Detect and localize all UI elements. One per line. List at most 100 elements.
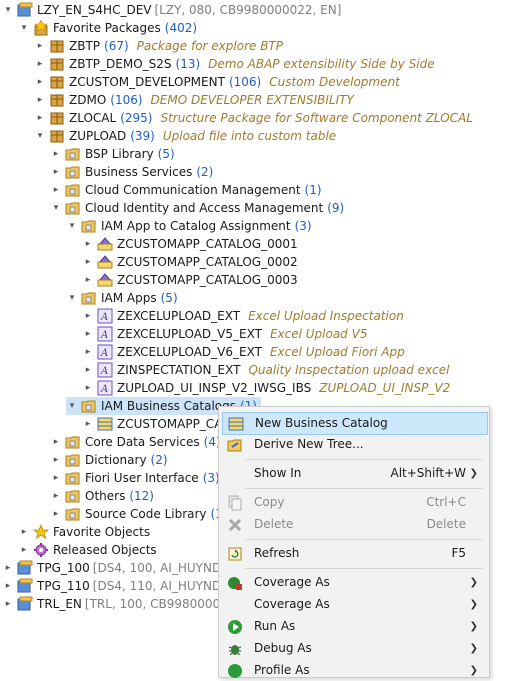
released-objects-label: Released Objects: [53, 543, 157, 557]
menu-item-copy[interactable]: Copy Ctrl+C: [222, 492, 486, 513]
svg-text:A: A: [100, 384, 108, 395]
project-label: TRL_EN: [37, 597, 82, 611]
folder-row[interactable]: ▸ Dictionary (2): [50, 451, 168, 469]
collapse-arrow-icon[interactable]: ▾: [34, 127, 46, 145]
menu-item-show-in[interactable]: Show In Alt+Shift+W ❯: [222, 463, 486, 484]
collapse-arrow-icon[interactable]: ▾: [66, 217, 78, 235]
collapse-arrow-icon[interactable]: ▾: [66, 289, 78, 307]
svg-text:A: A: [100, 348, 108, 359]
expand-arrow-icon[interactable]: ▸: [2, 559, 14, 577]
expand-arrow-icon[interactable]: ▸: [50, 469, 62, 487]
abap-project-icon: [17, 578, 33, 594]
catalog-assignment-row[interactable]: ▸ ZCUSTOMAPP_CATALOG_0002: [82, 253, 298, 271]
expand-arrow-icon[interactable]: ▸: [82, 271, 94, 289]
derive-tree-icon: [224, 434, 246, 455]
menu-item-label: New Business Catalog: [255, 416, 388, 430]
favorite-packages-label: Favorite Packages: [53, 21, 161, 35]
expand-arrow-icon[interactable]: ▸: [82, 379, 94, 397]
expand-arrow-icon[interactable]: ▸: [2, 595, 14, 613]
menu-item-coverage-as[interactable]: Coverage As ❯: [222, 572, 486, 593]
iam-app-row[interactable]: ▸ A ZEXCELUPLOAD_V6_EXT Excel Upload Fio…: [82, 343, 405, 361]
collapse-arrow-icon[interactable]: ▾: [66, 397, 78, 415]
expand-arrow-icon[interactable]: ▸: [34, 91, 46, 109]
catalog-assignment-row[interactable]: ▸ ZCUSTOMAPP_CATALOG_0001: [82, 235, 298, 253]
expand-arrow-icon[interactable]: ▸: [34, 37, 46, 55]
favorite-packages-node[interactable]: ▾ Favorite Packages (402): [18, 19, 197, 37]
folder-row[interactable]: ▾ IAM Apps (5): [66, 289, 178, 307]
iam-app-label: ZEXCELUPLOAD_V5_EXT: [117, 327, 262, 341]
expand-arrow-icon[interactable]: ▸: [82, 343, 94, 361]
expand-arrow-icon[interactable]: ▸: [82, 361, 94, 379]
menu-item-delete[interactable]: Delete Delete: [222, 514, 486, 535]
expand-arrow-icon[interactable]: ▸: [82, 253, 94, 271]
package-label: ZBTP: [69, 39, 101, 53]
expand-arrow-icon[interactable]: ▸: [50, 487, 62, 505]
folder-label: Dictionary: [85, 453, 147, 467]
svg-text:A: A: [100, 312, 108, 323]
menu-item-refresh[interactable]: Refresh F5: [222, 543, 486, 564]
folder-row[interactable]: ▾ Cloud Identity and Access Management (…: [50, 199, 345, 217]
expand-arrow-icon[interactable]: ▸: [34, 55, 46, 73]
folder-row[interactable]: ▸ Source Code Library (1): [50, 505, 228, 523]
expand-arrow-icon[interactable]: ▸: [50, 181, 62, 199]
package-row[interactable]: ▾ ZUPLOAD (39) Upload file into custom t…: [34, 127, 336, 145]
folder-row[interactable]: ▸ Core Data Services (4): [50, 433, 221, 451]
menu-item-run-as[interactable]: Run As ❯: [222, 616, 486, 637]
project-row[interactable]: ▸ TPG_100 [DS4, 100, AI_HUYND, EN: [2, 559, 245, 577]
menu-item-coverage-as-2[interactable]: Coverage As ❯: [222, 594, 486, 615]
package-row[interactable]: ▸ ZDMO (106) DEMO DEVELOPER EXTENSIBILIT…: [34, 91, 354, 109]
expand-arrow-icon[interactable]: ▸: [82, 415, 94, 433]
menu-item-debug-as[interactable]: Debug As ❯: [222, 638, 486, 659]
folder-row[interactable]: ▸ Business Services (2): [50, 163, 214, 181]
package-row[interactable]: ▸ ZBTP (67) Package for explore BTP: [34, 37, 283, 55]
menu-item-profile-as[interactable]: Profile As ❯: [222, 660, 486, 681]
package-row[interactable]: ▸ ZBTP_DEMO_S2S (13) Demo ABAP extensibi…: [34, 55, 435, 73]
iam-app-row[interactable]: ▸ A ZINSPECTATION_EXT Quality Inspectati…: [82, 361, 449, 379]
expand-arrow-icon[interactable]: ▸: [50, 145, 62, 163]
collapse-arrow-icon[interactable]: ▾: [18, 19, 30, 37]
package-icon: [49, 110, 65, 126]
folder-row[interactable]: ▾ IAM App to Catalog Assignment (3): [66, 217, 312, 235]
iam-app-row[interactable]: ▸ A ZEXCELUPLOAD_V5_EXT Excel Upload V5: [82, 325, 367, 343]
expand-arrow-icon[interactable]: ▸: [2, 577, 14, 595]
expand-arrow-icon[interactable]: ▸: [50, 163, 62, 181]
released-objects-node[interactable]: ▸ Released Objects: [18, 541, 157, 559]
folder-row[interactable]: ▸ Cloud Communication Management (1): [50, 181, 322, 199]
package-count: (106): [110, 93, 143, 107]
folder-label: Cloud Communication Management: [85, 183, 301, 197]
folder-label: IAM Business Catalogs: [101, 399, 236, 413]
business-catalog-label: ZCUSTOMAPP_CAT: [117, 417, 229, 431]
favorite-objects-node[interactable]: ▸ Favorite Objects: [18, 523, 150, 541]
package-row[interactable]: ▸ ZCUSTOM_DEVELOPMENT (106) Custom Devel…: [34, 73, 400, 91]
expand-arrow-icon[interactable]: ▸: [50, 451, 62, 469]
folder-row[interactable]: ▸ Fiori User Interface (3): [50, 469, 220, 487]
catalog-assignment-icon: [97, 236, 113, 252]
catalog-assignment-row[interactable]: ▸ ZCUSTOMAPP_CATALOG_0003: [82, 271, 298, 289]
business-catalog-row[interactable]: ▸ ZCUSTOMAPP_CAT: [82, 415, 229, 433]
package-row[interactable]: ▸ ZLOCAL (295) Structure Package for Sof…: [34, 109, 473, 127]
folder-count: (5): [160, 291, 178, 305]
expand-arrow-icon[interactable]: ▸: [18, 523, 30, 541]
expand-arrow-icon[interactable]: ▸: [82, 235, 94, 253]
iam-app-row[interactable]: ▸ A ZUPLOAD_UI_INSP_V2_IWSG_IBS ZUPLOAD_…: [82, 379, 450, 397]
expand-arrow-icon[interactable]: ▸: [34, 109, 46, 127]
expand-arrow-icon[interactable]: ▸: [82, 307, 94, 325]
expand-arrow-icon[interactable]: ▸: [82, 325, 94, 343]
folder-row[interactable]: ▸ BSP Library (5): [50, 145, 175, 163]
menu-item-derive-new-tree[interactable]: Derive New Tree...: [222, 434, 486, 455]
project-row[interactable]: ▸ TPG_110 [DS4, 110, AI_HUYND, EN: [2, 577, 245, 595]
menu-item-new-business-catalog[interactable]: New Business Catalog: [222, 412, 488, 435]
expand-arrow-icon[interactable]: ▸: [50, 433, 62, 451]
iam-app-row[interactable]: ▸ A ZEXCELUPLOAD_EXT Excel Upload Inspec…: [82, 307, 404, 325]
tree-root[interactable]: ▾ LZY_EN_S4HC_DEV [LZY, 080, CB998000002…: [2, 1, 341, 19]
expand-arrow-icon[interactable]: ▸: [34, 73, 46, 91]
menu-shortcut: Ctrl+C: [426, 495, 466, 509]
collapse-arrow-icon[interactable]: ▾: [2, 1, 14, 19]
catalog-assignment-icon: [97, 272, 113, 288]
menu-separator: [245, 488, 483, 489]
expand-arrow-icon[interactable]: ▸: [18, 541, 30, 559]
expand-arrow-icon[interactable]: ▸: [50, 505, 62, 523]
folder-label: BSP Library: [85, 147, 154, 161]
folder-row[interactable]: ▸ Others (12): [50, 487, 154, 505]
collapse-arrow-icon[interactable]: ▾: [50, 199, 62, 217]
